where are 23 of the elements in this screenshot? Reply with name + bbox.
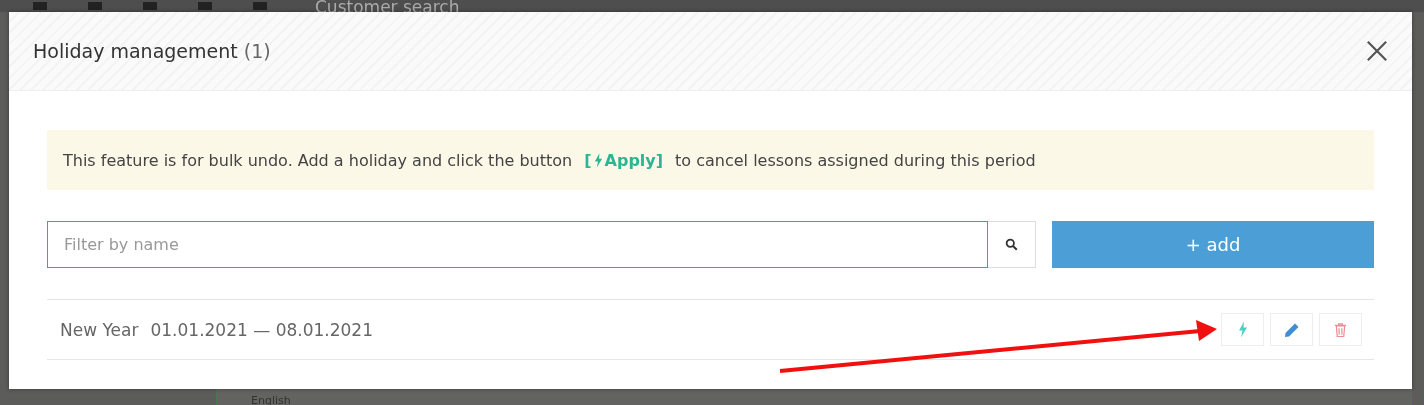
toolbar-icon[interactable] [253, 2, 267, 10]
lightning-icon [1237, 321, 1248, 338]
toolbar-icon[interactable] [88, 2, 102, 10]
toolbar-icon[interactable] [198, 2, 212, 10]
filter-field[interactable]: Filter by name [47, 221, 988, 268]
search-button[interactable] [988, 221, 1036, 268]
search-icon [1005, 238, 1018, 251]
dialog-title: Holiday management (1) [33, 40, 271, 62]
holiday-period: 01.01.2021 — 08.01.2021 [150, 319, 373, 340]
notice-text: This feature is for bulk undo. Add a holiday and click the button [63, 150, 573, 170]
add-button[interactable]: + add [1052, 221, 1374, 268]
apply-link[interactable]: [ Apply] [584, 150, 664, 170]
holiday-name: New Year [60, 319, 139, 340]
apply-button[interactable] [1221, 313, 1264, 346]
delete-button[interactable] [1319, 313, 1362, 346]
close-icon[interactable] [1366, 40, 1388, 62]
notice-text: to cancel lessons assigned during this period [675, 150, 1036, 170]
trash-icon [1334, 321, 1347, 338]
pencil-icon [1283, 321, 1300, 338]
toolbar-icon[interactable] [33, 2, 47, 10]
edit-button[interactable] [1270, 313, 1313, 346]
toolbar-icon[interactable] [143, 2, 157, 10]
lightning-icon [593, 152, 603, 168]
